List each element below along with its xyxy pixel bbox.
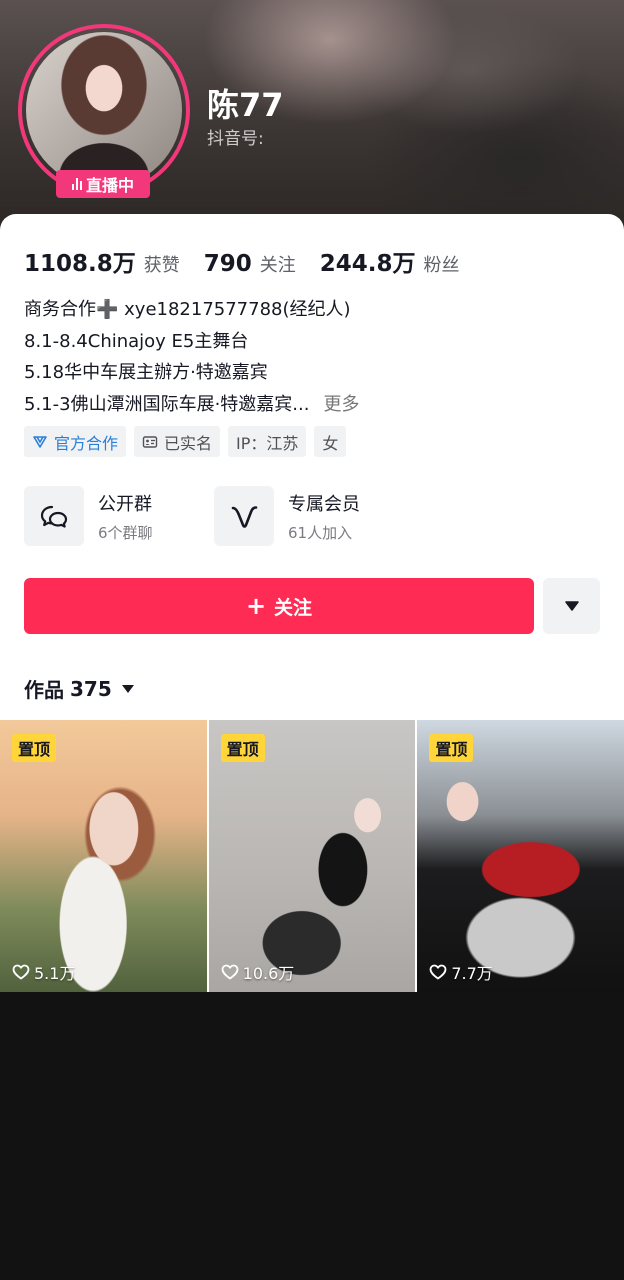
tag-ip: IP：江苏 bbox=[228, 426, 307, 457]
stats-row: 1108.8万 获赞 790 关注 244.8万 粉丝 bbox=[24, 244, 484, 278]
tag-verified-label: 已实名 bbox=[164, 433, 213, 453]
live-badge[interactable]: 直播中 bbox=[56, 170, 150, 198]
empty-area bbox=[0, 992, 624, 1280]
douyin-id[interactable]: 抖音号: bbox=[207, 124, 264, 149]
heart-icon bbox=[429, 964, 447, 980]
avatar[interactable] bbox=[26, 32, 182, 188]
tag-official[interactable]: 官方合作 bbox=[24, 426, 127, 457]
features-row: 公开群 6个群聊 专属会员 61人加入 bbox=[24, 486, 404, 546]
heart-icon bbox=[12, 964, 30, 980]
pinned-badge: 置顶 bbox=[220, 734, 265, 762]
video-thumbnail[interactable]: 置顶 5.1万 bbox=[0, 720, 207, 992]
live-badge-label: 直播中 bbox=[85, 176, 134, 195]
video-likes-count: 10.6万 bbox=[242, 964, 295, 983]
stat-following[interactable]: 790 关注 bbox=[204, 251, 296, 277]
stat-likes[interactable]: 1108.8万 获赞 bbox=[24, 244, 180, 278]
feature-group-chat[interactable]: 公开群 6个群聊 bbox=[24, 486, 214, 546]
tag-official-label: 官方合作 bbox=[54, 433, 119, 453]
bio-line: 5.18华中车展主辦方·特邀嘉宾 bbox=[24, 362, 268, 383]
stat-likes-value: 1108.8万 bbox=[24, 251, 136, 277]
video-likes: 10.6万 bbox=[221, 960, 295, 984]
stat-followers[interactable]: 244.8万 粉丝 bbox=[320, 244, 460, 278]
plus-icon: + bbox=[245, 592, 267, 620]
tags-row: 官方合作 已实名 IP：江苏 女 bbox=[24, 426, 347, 457]
video-likes: 7.7万 bbox=[429, 960, 493, 984]
bio-line-text: 5.1-3佛山潭洲国际车展·特邀嘉宾... bbox=[24, 393, 310, 415]
feature-member-title: 专属会员 bbox=[288, 493, 360, 515]
tag-ip-label: IP：江苏 bbox=[236, 433, 299, 453]
follow-button-label: 关注 bbox=[274, 596, 313, 619]
stat-following-label: 关注 bbox=[259, 255, 296, 276]
feature-member-sub: 61人加入 bbox=[288, 523, 353, 542]
video-likes-count: 7.7万 bbox=[451, 964, 493, 983]
bio-line-last: 5.1-3佛山潭洲国际车展·特邀嘉宾... 更多 bbox=[24, 389, 604, 421]
stat-followers-value: 244.8万 bbox=[319, 251, 416, 277]
caret-down-icon bbox=[564, 601, 579, 611]
works-count: 375 bbox=[70, 676, 112, 701]
video-thumbnail[interactable]: 置顶 7.7万 bbox=[417, 720, 624, 992]
feature-group-sub: 6个群聊 bbox=[98, 523, 153, 542]
stat-following-value: 790 bbox=[203, 251, 252, 277]
tag-gender: 女 bbox=[314, 426, 347, 457]
heart-icon bbox=[221, 964, 239, 980]
more-options-button[interactable] bbox=[543, 578, 600, 634]
profile-card: 1108.8万 获赞 790 关注 244.8万 粉丝 商务合作➕ xye182… bbox=[0, 214, 624, 720]
avatar-container[interactable]: 直播中 bbox=[18, 24, 190, 198]
bio-more-link[interactable]: 更多 bbox=[323, 394, 359, 415]
video-likes-count: 5.1万 bbox=[34, 964, 76, 983]
stat-followers-label: 粉丝 bbox=[423, 255, 460, 276]
video-thumbnail[interactable]: 置顶 10.6万 bbox=[208, 720, 416, 992]
follow-button[interactable]: + 关注 bbox=[24, 578, 534, 634]
works-tab[interactable]: 作品 375 bbox=[24, 674, 134, 703]
bio-line: 8.1-8.4Chinajoy E5主舞台 bbox=[24, 330, 249, 352]
group-chat-icon bbox=[24, 486, 84, 546]
works-label: 作品 bbox=[24, 678, 64, 702]
feature-group-title: 公开群 bbox=[98, 493, 152, 515]
video-likes: 5.1万 bbox=[12, 960, 75, 984]
pinned-badge: 置顶 bbox=[12, 734, 57, 762]
works-grid: 置顶 5.1万 置顶 10.6万 置顶 7.7万 bbox=[0, 720, 624, 992]
stat-likes-label: 获赞 bbox=[143, 255, 180, 276]
pinned-badge: 置顶 bbox=[429, 734, 474, 762]
official-coop-icon bbox=[33, 435, 47, 448]
tag-gender-label: 女 bbox=[322, 433, 339, 453]
tag-verified[interactable]: 已实名 bbox=[134, 426, 221, 457]
membership-v-icon bbox=[214, 486, 274, 546]
works-caret-icon bbox=[121, 684, 134, 693]
live-bars-icon bbox=[71, 178, 82, 190]
feature-membership[interactable]: 专属会员 61人加入 bbox=[214, 486, 404, 546]
id-card-icon bbox=[142, 435, 158, 448]
profile-name: 陈77 bbox=[207, 86, 284, 124]
bio[interactable]: 商务合作➕ xye18217577788(经纪人) 8.1-8.4Chinajo… bbox=[24, 294, 604, 420]
bio-line: 商务合作➕ xye18217577788(经纪人) bbox=[24, 299, 351, 320]
